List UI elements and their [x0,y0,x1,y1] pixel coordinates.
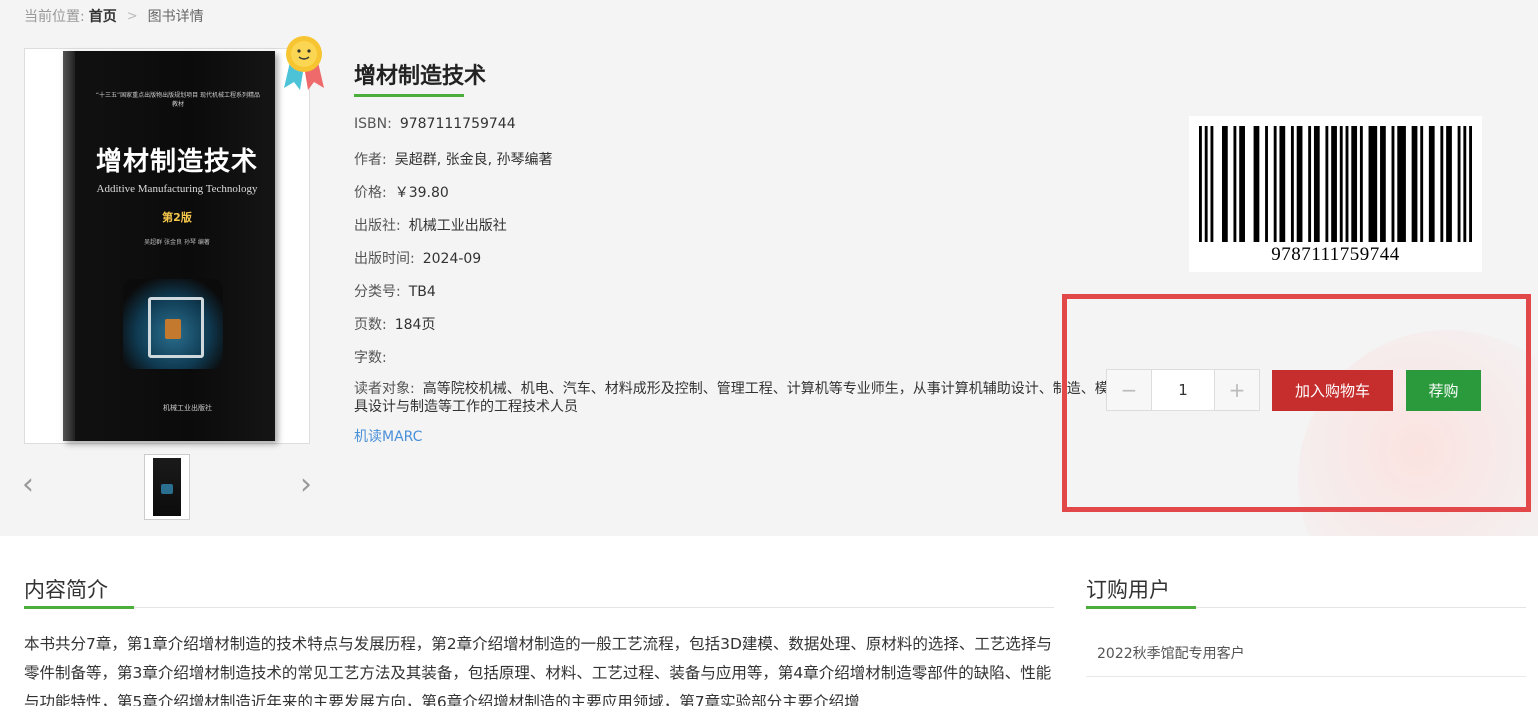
reader-value: 高等院校机械、机电、汽车、材料成形及控制、管理工程、计算机等专业师生，从事计算机… [354,381,1109,415]
reader-label: 读者对象: [354,381,415,397]
barcode-bars [1199,126,1472,242]
intro-text: 本书共分7章，第1章介绍增材制造的技术特点与发展历程，第2章介绍增材制造的一般工… [24,635,1052,706]
cover-title: 增材制造技术 [95,147,258,177]
book-cover-frame: “十三五”国家重点出版物出版规划项目 现代机械工程系列精品教材 增材制造技术 A… [24,48,310,444]
book-spine [63,51,75,441]
publisher-label: 出版社: [354,218,401,234]
barcode-bar [1331,126,1337,242]
barcode-bar [1265,126,1268,242]
barcode-bar [1325,126,1329,242]
barcode-bar [1446,126,1452,242]
breadcrumb: 当前位置: 首页 > 图书详情 [24,6,204,26]
barcode-bar [1221,126,1228,242]
class-value: TB4 [408,284,436,300]
thumbnail-prev-arrow-icon[interactable]: ‹ [22,470,34,500]
recommend-purchase-button[interactable]: 荐购 [1406,370,1481,411]
barcode-bar [1339,126,1343,242]
words-label: 字数: [354,350,387,366]
barcode-bar [1233,126,1237,242]
add-to-cart-button[interactable]: 加入购物车 [1272,370,1393,411]
barcode-bar [1204,126,1208,242]
marc-link[interactable]: 机读MARC [354,426,422,446]
book-title: 增材制造技术 [354,64,487,89]
barcode-bar [1359,126,1363,242]
barcode-bar [1463,126,1467,242]
publisher-value: 机械工业出版社 [408,218,507,234]
customers-heading: 订购用户 [1086,578,1170,602]
breadcrumb-current: 图书详情 [147,9,204,25]
cover-publisher: 机械工业出版社 [163,404,212,412]
barcode-bar [1420,126,1424,242]
barcode-bar [1368,126,1378,242]
isbn-value: 9787111759744 [399,116,516,132]
increase-quantity-button[interactable]: + [1215,370,1259,410]
cover-edition: 第2版 [162,211,192,224]
barcode-bar [1210,126,1214,242]
isbn-barcode: 9787111759744 [1189,116,1482,272]
pages-value: 184页 [394,317,436,333]
pages-row: 页数: 184页 [354,314,435,334]
barcode-bar [1380,126,1386,242]
barcode-bar [1411,126,1418,242]
thumbnail-image [153,458,181,516]
barcode-bar [1313,126,1320,242]
barcode-bar [1273,126,1277,242]
barcode-bar [1239,126,1245,242]
barcode-bar [1391,126,1395,242]
cover-authors: 吴超群 张金良 孙琴 编著 [144,239,210,246]
pubdate-row: 出版时间: 2024-09 [354,248,481,268]
decrease-quantity-button[interactable]: − [1107,370,1151,410]
class-label: 分类号: [354,284,401,300]
book-cover-image: “十三五”国家重点出版物出版规划项目 现代机械工程系列精品教材 增材制造技术 A… [63,51,275,441]
customers-accent [1086,606,1196,609]
isbn-label: ISBN: [354,116,392,132]
class-row: 分类号: TB4 [354,281,436,301]
quantity-input[interactable]: 1 [1151,370,1215,410]
breadcrumb-home-link[interactable]: 首页 [89,6,117,26]
barcode-bar [1469,126,1472,242]
pubdate-label: 出版时间: [354,251,415,267]
barcode-bar [1279,126,1286,242]
cover-title-en: Additive Manufacturing Technology [96,183,258,195]
words-row: 字数: [354,347,395,367]
barcode-bar [1199,126,1202,242]
intro-heading: 内容简介 [24,578,108,602]
customer-item[interactable]: 2022秋季馆配专用客户 [1097,643,1245,663]
printer-illustration [123,279,223,369]
barcode-bar [1296,126,1303,242]
author-value: 吴超群, 张金良, 孙琴编著 [394,152,553,168]
cover-series: “十三五”国家重点出版物出版规划项目 现代机械工程系列精品教材 [95,92,261,108]
isbn-row: ISBN: 9787111759744 [354,116,516,132]
thumbnail-next-arrow-icon[interactable]: › [300,470,312,500]
title-underline [354,94,464,97]
pages-label: 页数: [354,317,387,333]
barcode-bar [1345,126,1349,242]
customer-divider [1086,676,1526,677]
barcode-bar [1457,126,1461,242]
quantity-stepper[interactable]: − 1 + [1106,369,1260,411]
intro-divider [24,607,1054,608]
barcode-digits: 9787111759744 [1271,244,1400,265]
price-label: 价格: [354,185,387,201]
barcode-bar [1440,126,1444,242]
pubdate-value: 2024-09 [422,251,482,267]
publisher-row: 出版社: 机械工业出版社 [354,215,507,235]
breadcrumb-prefix: 当前位置: [24,9,85,25]
cover-thumbnail[interactable] [144,454,190,520]
reader-row: 读者对象: 高等院校机械、机电、汽车、材料成形及控制、管理工程、计算机等专业师生，… [354,380,1114,416]
author-row: 作者: 吴超群, 张金良, 孙琴编著 [354,149,553,169]
medal-badge-icon [284,36,324,90]
author-label: 作者: [354,152,387,168]
breadcrumb-separator-icon: > [126,8,138,24]
intro-accent [24,606,134,609]
barcode-bar [1253,126,1260,242]
barcode-bar [1428,126,1435,242]
barcode-bar [1308,126,1312,242]
barcode-bar [1351,126,1358,242]
price-row: 价格: ￥39.80 [354,182,449,202]
price-value: ￥39.80 [394,185,449,201]
barcode-bar [1397,126,1406,242]
barcode-bar [1290,126,1294,242]
